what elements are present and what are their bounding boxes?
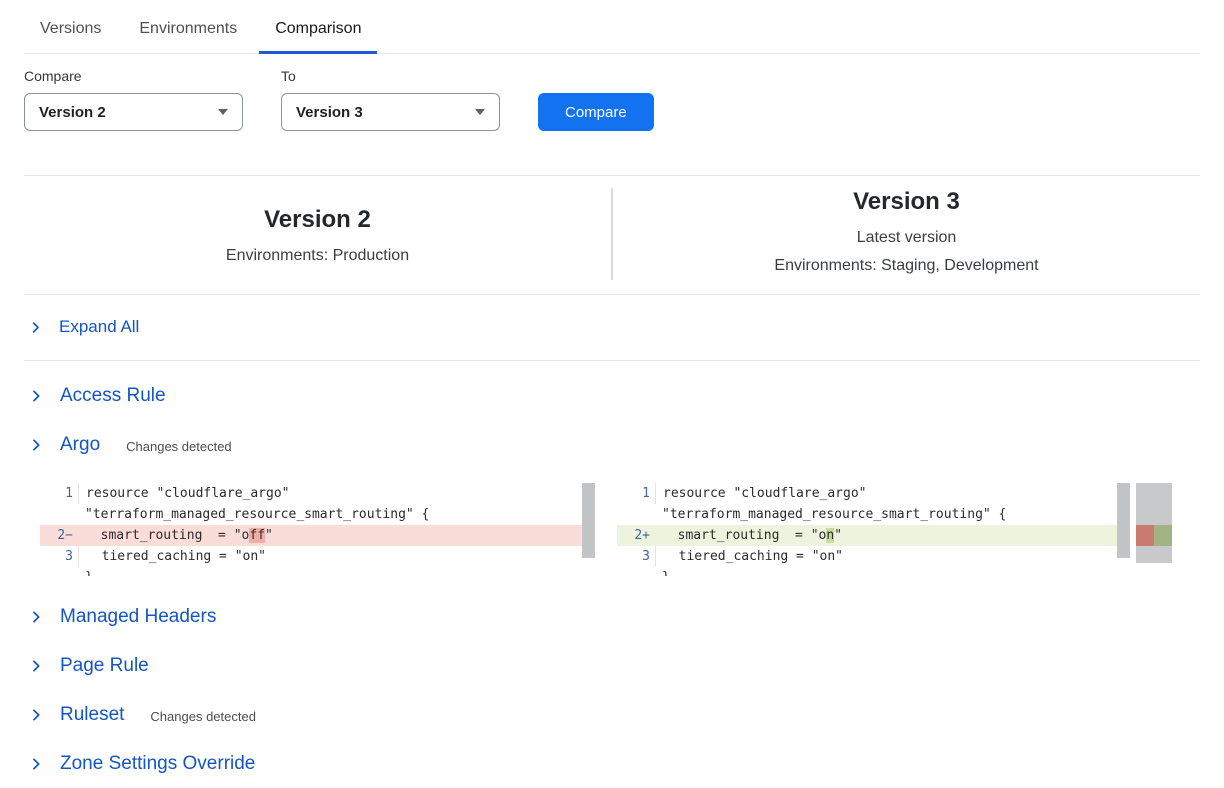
code-text: smart_routing = "off": [78, 525, 595, 546]
code-text: resource "cloudflare_argo": [655, 483, 1130, 504]
diff-left-group: 1resource "cloudflare_argo""terraform_ma…: [40, 483, 595, 576]
chevron-right-icon: [28, 707, 44, 723]
chevron-down-icon: [475, 109, 485, 115]
chevron-down-icon: [218, 109, 228, 115]
expand-all-button[interactable]: Expand All: [24, 295, 1200, 361]
section-label: Managed Headers: [60, 606, 216, 628]
compare-to-select[interactable]: Version 3: [281, 93, 500, 131]
tab-environments[interactable]: Environments: [123, 12, 253, 54]
version-right-header: Version 3 Latest version Environments: S…: [613, 188, 1200, 280]
diff-line: 3 tiered_caching = "on": [617, 546, 1130, 567]
code-text: }: [78, 567, 595, 576]
chevron-right-icon: [28, 320, 43, 335]
chevron-right-icon: [28, 609, 44, 625]
line-number: [617, 504, 655, 525]
chevron-right-icon: [28, 756, 44, 772]
section-label: Page Rule: [60, 655, 149, 677]
line-number: [40, 567, 78, 576]
section-label: Access Rule: [60, 385, 166, 407]
version-right-subtitle: Latest version: [613, 224, 1200, 252]
sections-list: Access RuleArgoChanges detected1resource…: [24, 385, 1200, 775]
diff-right-group: 1resource "cloudflare_argo""terraform_ma…: [617, 483, 1172, 576]
diff-pane-left: 1resource "cloudflare_argo""terraform_ma…: [40, 483, 595, 576]
vertical-scrollbar[interactable]: [582, 483, 595, 558]
compare-to-field: To Version 3: [281, 68, 500, 131]
diff-line: 3 tiered_caching = "on": [40, 546, 595, 567]
diff-line: 1resource "cloudflare_argo": [617, 483, 1130, 504]
section-page-rule[interactable]: Page Rule: [24, 655, 1200, 677]
section-access-rule[interactable]: Access Rule: [24, 385, 1200, 407]
changed-word-highlight: n: [826, 528, 834, 543]
compare-from-select[interactable]: Version 2: [24, 93, 243, 131]
line-number: 1: [617, 483, 655, 504]
code-text: smart_routing = "on": [655, 525, 1130, 546]
compare-form: Compare Version 2 To Version 3 Compare: [24, 68, 1200, 131]
tab-comparison[interactable]: Comparison: [259, 12, 377, 54]
diff-panel-argo: 1resource "cloudflare_argo""terraform_ma…: [40, 483, 1172, 576]
diff-line: "terraform_managed_resource_smart_routin…: [40, 504, 595, 525]
version-right-title: Version 3: [613, 188, 1200, 216]
compare-from-field: Compare Version 2: [24, 68, 243, 131]
code-text: "terraform_managed_resource_smart_routin…: [78, 504, 595, 525]
version-left-header: Version 2 Environments: Production: [24, 188, 611, 280]
section-argo[interactable]: Argo Changes detected: [24, 434, 1200, 456]
diff-line: "terraform_managed_resource_smart_routin…: [617, 504, 1130, 525]
section-managed-headers[interactable]: Managed Headers: [24, 606, 1200, 628]
chevron-right-icon: [28, 658, 44, 674]
to-label: To: [281, 68, 500, 84]
line-number: [40, 504, 78, 525]
minimap-added-marker: [1154, 525, 1172, 546]
changed-word-highlight: ff: [249, 528, 265, 543]
compare-label: Compare: [24, 68, 243, 84]
line-number: 3: [617, 546, 655, 567]
line-number: 1: [40, 483, 78, 504]
minimap-removed-marker: [1136, 525, 1154, 546]
tab-versions[interactable]: Versions: [24, 12, 117, 54]
chevron-right-icon: [28, 388, 44, 404]
section-zone-settings-override[interactable]: Zone Settings Override: [24, 753, 1200, 775]
chevron-right-icon: [28, 437, 44, 453]
diff-pane-right: 1resource "cloudflare_argo""terraform_ma…: [617, 483, 1130, 576]
diff-line: 2− smart_routing = "off": [40, 525, 595, 546]
line-number: 2+: [617, 525, 655, 546]
code-text: tiered_caching = "on": [78, 546, 595, 567]
vertical-scrollbar[interactable]: [1117, 483, 1130, 558]
compare-to-value: Version 3: [296, 104, 363, 121]
tab-bar: VersionsEnvironmentsComparison: [24, 0, 1200, 54]
section-ruleset[interactable]: Ruleset Changes detected: [24, 704, 1200, 726]
diff-line: }: [617, 567, 1130, 576]
version-right-environments: Environments: Staging, Development: [613, 252, 1200, 280]
expand-all-label: Expand All: [59, 317, 139, 337]
code-text: tiered_caching = "on": [655, 546, 1130, 567]
line-number: 3: [40, 546, 78, 567]
changes-detected-badge: Changes detected: [150, 706, 256, 724]
section-label: Argo: [60, 434, 100, 456]
section-label: Zone Settings Override: [60, 753, 255, 775]
code-text: "terraform_managed_resource_smart_routin…: [655, 504, 1130, 525]
diff-minimap[interactable]: [1136, 483, 1172, 563]
line-number: [617, 567, 655, 576]
diff-line: 1resource "cloudflare_argo": [40, 483, 595, 504]
code-text: resource "cloudflare_argo": [78, 483, 595, 504]
version-left-title: Version 2: [24, 206, 611, 234]
section-label: Ruleset: [60, 704, 124, 726]
compare-from-value: Version 2: [39, 104, 106, 121]
diff-line: 2+ smart_routing = "on": [617, 525, 1130, 546]
changes-detected-badge: Changes detected: [126, 436, 232, 454]
diff-line: }: [40, 567, 595, 576]
version-headers: Version 2 Environments: Production Versi…: [24, 176, 1200, 295]
code-text: }: [655, 567, 1130, 576]
version-left-environments: Environments: Production: [24, 242, 611, 270]
compare-button[interactable]: Compare: [538, 93, 654, 131]
line-number: 2−: [40, 525, 78, 546]
